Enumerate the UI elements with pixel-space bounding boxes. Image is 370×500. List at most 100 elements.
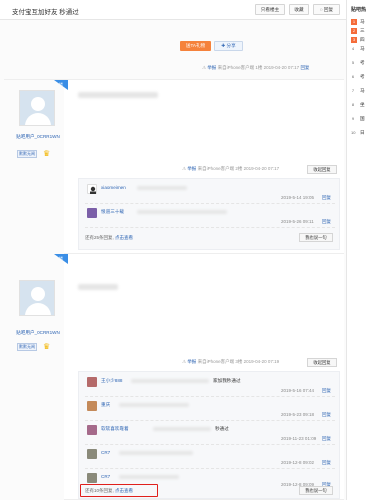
avatar[interactable] <box>87 401 97 411</box>
sub-reply-item: 恨道三十载 2019-5-26 09:11 回复 <box>85 205 335 228</box>
hot-topic-item[interactable]: 5考 <box>351 59 370 66</box>
sub-reply-text-blurred <box>119 475 179 479</box>
more-replies-count: 还有25条回复, <box>85 235 114 240</box>
op-badge: 楼 <box>54 80 68 90</box>
sub-reply-time: 2019-5-23 09:18 <box>281 412 315 417</box>
post-floor: 2楼 <box>235 166 243 171</box>
post-client: 来自iPhone客户端 <box>217 65 255 70</box>
collapse-replies-button[interactable]: 收起回复 <box>307 165 337 174</box>
share-button-label: 分享 <box>226 43 236 48</box>
hot-topics-title: 贴吧热 <box>351 7 367 13</box>
sub-reply-reply-link[interactable]: 回复 <box>322 412 331 418</box>
hot-topic-item[interactable]: 4马 <box>351 45 370 52</box>
report-link[interactable]: 举报 <box>187 359 196 364</box>
post-floor-1: 送TA礼物 ✚ 分享 ⚠ 举报 来自iPhone客户端 1楼 2019-04-2… <box>4 20 344 80</box>
sub-reply-reply-link[interactable]: 回复 <box>322 219 331 225</box>
thread-main: 送TA礼物 ✚ 分享 ⚠ 举报 来自iPhone客户端 1楼 2019-04-2… <box>0 20 346 500</box>
sub-reply-user[interactable]: 软软喜欢靠着 <box>101 426 129 432</box>
sub-reply-user[interactable]: CR7 <box>101 474 110 479</box>
hot-topic-item[interactable]: 3四 <box>351 36 370 43</box>
report-icon: ⚠ <box>182 166 187 171</box>
sub-reply-user[interactable]: 恨道三十载 <box>101 209 124 215</box>
avatar[interactable] <box>87 449 97 459</box>
op-badge: 楼 <box>54 254 68 264</box>
sub-reply-text: 秒通过 <box>215 426 229 431</box>
post-meta: ⚠ 举报 来自iPhone客户端 2楼 2019-04-20 07:17 <box>182 166 279 172</box>
sub-reply-time: 2019-5-14 19:05 <box>281 195 315 200</box>
sub-reply-text-blurred <box>153 427 211 431</box>
author-name[interactable]: 贴吧用户_0CRR1WN <box>11 330 65 336</box>
sub-reply-reply-link[interactable]: 回复 <box>322 436 331 442</box>
report-link[interactable]: 举报 <box>207 65 216 70</box>
add-reply-button[interactable]: 我也说一句 <box>299 486 333 495</box>
post-time: 2019-04-20 07:17 <box>263 65 300 70</box>
sub-reply-text-blurred <box>137 186 187 190</box>
post-floor: 1楼 <box>255 65 263 70</box>
only-op-button[interactable]: 只看楼主 <box>255 4 285 15</box>
sub-reply-reply-link[interactable]: 回复 <box>322 195 331 201</box>
sub-reply-text-blurred <box>137 210 227 214</box>
post-time: 2019-04-20 07:19 <box>243 359 280 364</box>
avatar[interactable] <box>87 184 97 194</box>
sub-reply-list: xiaomeimen 2019-5-14 19:05 回复 恨道三十载 2019… <box>78 178 340 250</box>
sub-reply-reply-link[interactable]: 回复 <box>322 388 331 394</box>
report-link[interactable]: 举报 <box>187 166 196 171</box>
avatar[interactable] <box>87 473 97 483</box>
post-floor: 3楼 <box>235 359 243 364</box>
hot-topic-item[interactable]: 9国 <box>351 115 370 122</box>
thread-header: 支付宝互加好友 秒通过 只看楼主 收藏 ◌ 回复 <box>0 0 346 20</box>
send-gift-button[interactable]: 送TA礼物 <box>180 41 211 51</box>
sub-reply-text-blurred <box>119 403 189 407</box>
view-more-link[interactable]: 点击查看 <box>115 235 133 240</box>
sub-reply-time: 2019-5-26 09:11 <box>281 219 314 224</box>
sub-reply-time: 2019-11-23 01:09 <box>281 436 317 441</box>
reply-button[interactable]: ◌ 回复 <box>313 4 340 15</box>
avatar[interactable] <box>19 280 55 316</box>
hot-topic-item[interactable]: 8坐 <box>351 101 370 108</box>
reply-button-label: 回复 <box>323 7 334 12</box>
post-floor-2: 楼 贴吧用户_0CRR1WN 默默无闻 ♛ ⚠ 举报 来自iPhone客户端 2… <box>4 80 344 254</box>
sub-reply-user[interactable]: 王小少888 <box>101 378 122 384</box>
share-button[interactable]: ✚ 分享 <box>214 41 243 51</box>
sub-reply-time: 2019-5-16 07:44 <box>281 388 315 393</box>
avatar[interactable] <box>19 90 55 126</box>
sub-reply-item: 重庆 2019-5-23 09:18 回复 <box>85 398 335 421</box>
avatar[interactable] <box>87 425 97 435</box>
add-reply-button[interactable]: 我也说一句 <box>299 233 333 242</box>
crown-icon: ♛ <box>43 149 51 158</box>
hot-topic-item[interactable]: 7马 <box>351 87 370 94</box>
post-floor-3: 楼 贴吧用户_0CRR1WN 默默无闻 ♛ ⚠ 举报 来自iPhone客户端 3… <box>4 254 344 500</box>
sub-reply-user[interactable]: CR7 <box>101 450 110 455</box>
author-name[interactable]: 贴吧用户_0CRR1WN <box>11 134 65 140</box>
avatar[interactable] <box>87 208 97 218</box>
sub-reply-list: 王小少888 家加我秒通过 2019-5-16 07:44 回复 重庆 2019… <box>78 371 340 499</box>
level-badge: 默默无闻 <box>17 343 37 351</box>
report-icon: ⚠ <box>202 65 207 70</box>
sub-reply-item: xiaomeimen 2019-5-14 19:05 回复 <box>85 181 335 204</box>
hot-topic-item[interactable]: 2三 <box>351 27 370 34</box>
sub-reply-item: CR7 2019-12-8 09:02 回复 <box>85 446 335 469</box>
favorite-button[interactable]: 收藏 <box>289 4 309 15</box>
comment-icon: ◌ <box>319 7 323 12</box>
post-reply-link[interactable]: 回复 <box>300 65 309 70</box>
level-badge: 默默无闻 <box>17 150 37 158</box>
sub-reply-user[interactable]: xiaomeimen <box>101 185 126 190</box>
thread-title: 支付宝互加好友 秒通过 <box>12 9 79 16</box>
post-time: 2019-04-20 07:17 <box>243 166 280 171</box>
post-content-blurred <box>78 284 118 290</box>
sub-reply-user[interactable]: 重庆 <box>101 402 110 408</box>
hot-topic-item[interactable]: 6考 <box>351 73 370 80</box>
crown-icon: ♛ <box>43 342 51 351</box>
hot-topics-panel: 贴吧热 1马 2三 3四 4马 5考 6考 7马 8坐 9国 10 日 <box>346 0 370 500</box>
hot-topic-item[interactable]: 10 日 <box>351 129 370 136</box>
collapse-replies-button[interactable]: 收起回复 <box>307 358 337 367</box>
sub-reply-item: 软软喜欢靠着 秒通过 2019-11-23 01:09 回复 <box>85 422 335 445</box>
post-client: 来自iPhone客户端 <box>197 166 235 171</box>
avatar[interactable] <box>87 377 97 387</box>
author-column: 楼 贴吧用户_0CRR1WN 默默无闻 ♛ <box>4 80 68 254</box>
post-meta: ⚠ 举报 来自iPhone客户端 1楼 2019-04-20 07:17 回复 <box>202 65 309 71</box>
sub-reply-reply-link[interactable]: 回复 <box>322 460 331 466</box>
hot-topic-item[interactable]: 1马 <box>351 18 370 25</box>
annotation-highlight-box <box>80 484 158 497</box>
more-replies: 还有25条回复, 点击查看 <box>85 235 133 241</box>
